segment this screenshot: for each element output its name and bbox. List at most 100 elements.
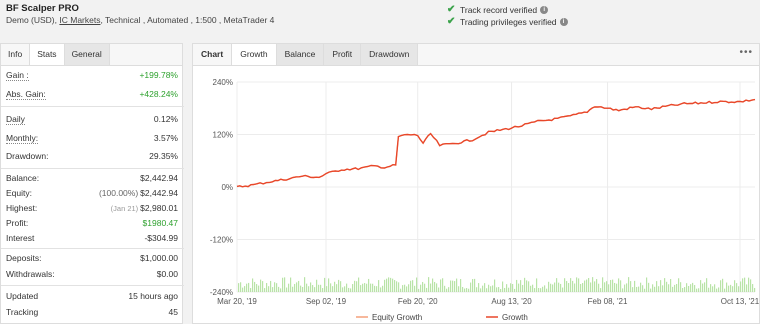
y-tick-label: 240%	[213, 78, 233, 87]
tab-chart[interactable]: Chart	[193, 44, 231, 65]
volume-bar	[554, 282, 556, 292]
volume-bar	[562, 287, 564, 292]
volume-bar	[398, 282, 400, 292]
volume-bar	[742, 278, 744, 292]
volume-bar	[450, 280, 452, 292]
volume-bar	[358, 277, 360, 292]
volume-bar	[372, 283, 374, 292]
volume-bar	[710, 284, 712, 292]
x-tick-label: Oct 13, '21	[721, 297, 759, 306]
volume-bar	[652, 284, 654, 292]
volume-bar	[370, 283, 372, 292]
info-icon[interactable]: i	[540, 5, 549, 14]
daily-label[interactable]: Daily	[6, 114, 25, 125]
volume-bar	[294, 283, 296, 292]
volume-bar	[284, 277, 286, 292]
volume-bar	[616, 283, 618, 292]
volume-bar	[628, 277, 630, 292]
chart-panel: Chart Growth Balance Profit Drawdown •••…	[192, 43, 760, 324]
volume-bar	[238, 283, 240, 292]
divider	[1, 248, 184, 249]
volume-bar	[352, 284, 354, 292]
y-tick-label: 120%	[213, 131, 233, 140]
volume-bar	[724, 288, 726, 292]
volume-bar	[632, 287, 634, 292]
volume-bar	[498, 287, 500, 292]
balance-label: Balance:	[6, 173, 40, 183]
volume-bar	[636, 286, 638, 292]
volume-bar	[452, 280, 454, 292]
tab-general[interactable]: General	[64, 44, 110, 65]
volume-bar	[290, 277, 292, 292]
withdrawals-value: $0.00	[156, 269, 178, 279]
volume-bar	[242, 287, 244, 292]
volume-bar	[264, 288, 266, 292]
volume-bar	[678, 278, 680, 292]
volume-bar	[422, 281, 424, 292]
volume-bar	[576, 277, 578, 292]
volume-bar	[704, 282, 706, 292]
volume-bar	[250, 288, 252, 292]
volume-bar	[634, 280, 636, 292]
volume-bar	[272, 287, 274, 292]
legend-label[interactable]: Equity Growth	[372, 313, 422, 322]
checkmark-icon: ✔	[447, 16, 456, 27]
volume-bar	[700, 280, 702, 292]
volume-bar	[366, 283, 368, 292]
account-details: , Technical , Automated , 1:500 , MetaTr…	[100, 15, 275, 25]
broker-link[interactable]: IC Markets	[59, 15, 100, 25]
more-options-icon[interactable]: •••	[739, 47, 753, 58]
volume-bar	[460, 279, 462, 292]
volume-bar	[574, 283, 576, 292]
volume-bar	[402, 285, 404, 292]
checkmark-icon: ✔	[447, 4, 456, 15]
volume-bar	[254, 281, 256, 292]
volume-bar	[310, 282, 312, 292]
tab-stats[interactable]: Stats	[30, 44, 65, 65]
info-icon[interactable]: i	[559, 17, 568, 26]
volume-bar	[688, 285, 690, 292]
tab-info[interactable]: Info	[1, 44, 31, 65]
volume-bar	[484, 283, 486, 292]
volume-bar	[408, 284, 410, 292]
deposits-value: $1,000.00	[140, 253, 178, 263]
tab-profit[interactable]: Profit	[324, 44, 362, 65]
volume-bar	[458, 286, 460, 292]
deposits-label: Deposits:	[6, 253, 42, 263]
volume-bar	[642, 285, 644, 292]
volume-bar	[534, 288, 536, 292]
volume-bar	[566, 281, 568, 292]
volume-bar	[262, 281, 264, 292]
drawdown-value: 29.35%	[149, 151, 178, 161]
volume-bar	[512, 284, 514, 292]
volume-bar	[256, 284, 258, 292]
volume-bar	[326, 286, 328, 292]
monthly-label[interactable]: Monthly:	[6, 133, 39, 144]
withdrawals-label: Withdrawals:	[6, 269, 55, 279]
volume-bar	[666, 281, 668, 292]
volume-bar	[288, 283, 290, 292]
tab-growth[interactable]: Growth	[231, 44, 277, 65]
trading-privileges-label: Trading privileges verified	[460, 16, 557, 27]
chart-legend: Equity Growth Growth	[356, 313, 528, 322]
volume-bar	[564, 278, 566, 292]
volume-bar	[624, 284, 626, 292]
growth-line	[236, 98, 756, 188]
stat-updated: Updated 15 hours ago	[1, 290, 184, 304]
volume-bar	[706, 278, 708, 292]
volume-bar	[594, 281, 596, 292]
stat-tracking: Tracking 45	[1, 306, 184, 320]
legend-label[interactable]: Growth	[502, 313, 528, 322]
abs-gain-label[interactable]: Abs. Gain:	[6, 89, 46, 100]
volume-bar	[738, 286, 740, 292]
volume-bar	[266, 283, 268, 292]
tab-balance[interactable]: Balance	[276, 44, 325, 65]
volume-bar	[532, 284, 534, 292]
volume-bar	[510, 283, 512, 292]
volume-bar	[244, 286, 246, 292]
volume-bar	[476, 287, 478, 292]
tab-drawdown[interactable]: Drawdown	[361, 44, 419, 65]
gain-label[interactable]: Gain :	[6, 70, 29, 81]
volume-bar	[320, 284, 322, 292]
volume-bar	[418, 288, 420, 292]
